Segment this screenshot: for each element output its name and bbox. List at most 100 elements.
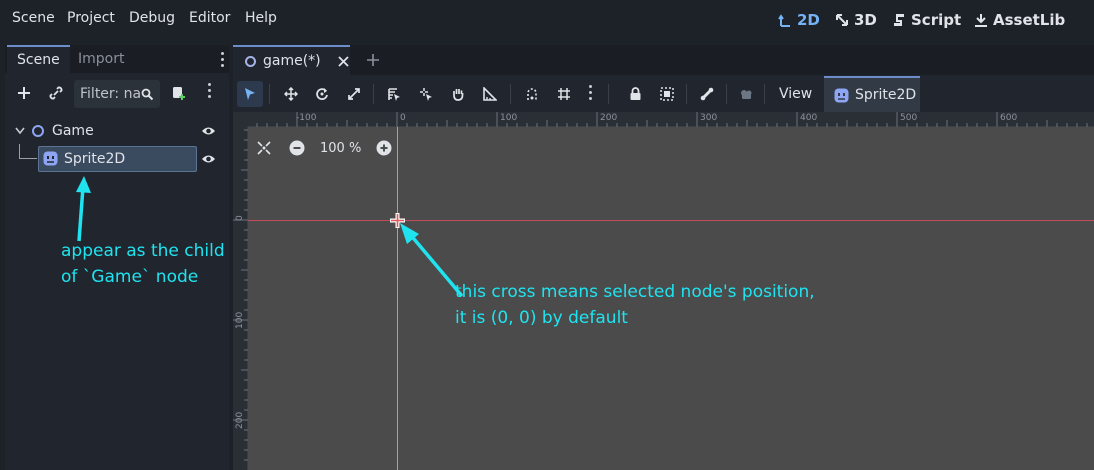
tab-scene[interactable]: Scene (7, 45, 70, 73)
scene-toolbar: Filter: na (5, 75, 229, 111)
visibility-eye-icon[interactable] (201, 153, 216, 165)
3d-icon (836, 14, 848, 26)
menu-editor[interactable]: Editor (189, 10, 230, 26)
scene-tree: Game Sprite2D (5, 117, 229, 470)
scene-menu-icon[interactable] (208, 83, 212, 105)
ruler-label: 300 (700, 113, 718, 123)
menu-scene[interactable]: Scene (12, 10, 55, 26)
main-editor: game(*) View Sprite2D -100 0 100 200 300… (233, 45, 1094, 470)
ruler-label: 400 (800, 113, 818, 123)
group-button[interactable] (654, 81, 680, 107)
ruler-label: -100 (296, 113, 317, 123)
script-icon (894, 14, 904, 26)
dock-tab-bar: Scene Import (5, 45, 229, 73)
toolbar-separator (726, 84, 727, 104)
zoom-controls: 100 % (257, 138, 392, 158)
filter-input[interactable]: Filter: na (74, 80, 160, 108)
scene-tab-label: game(*) (263, 53, 321, 69)
rotate-icon (316, 88, 328, 100)
select-mode-button[interactable] (237, 81, 263, 107)
ruler-horizontal: -100 0 100 200 300 400 500 600 (248, 112, 1094, 127)
zoom-in-icon[interactable] (376, 140, 392, 156)
menu-project[interactable]: Project (67, 10, 115, 26)
pivot-icon (420, 88, 432, 101)
2d-icon (778, 14, 790, 27)
magnet-icon (527, 88, 537, 100)
move-mode-button[interactable] (278, 81, 304, 107)
toolbar-separator (764, 84, 765, 104)
toolbar-separator (373, 84, 374, 104)
add-tab-icon[interactable] (366, 53, 380, 67)
ruler-label: 0 (235, 215, 245, 221)
workspace-2d-button[interactable]: 2D (778, 11, 820, 29)
grid-snap-button[interactable] (551, 81, 577, 107)
ruler-label: 0 (400, 113, 406, 123)
zoom-reset-icon[interactable] (257, 141, 271, 155)
child-annotation-line-1: appear as the child (61, 241, 225, 261)
child-annotation-line-2: of `Game` node (61, 267, 199, 287)
list-select-button[interactable] (381, 81, 407, 107)
tree-guide-horizontal (19, 158, 37, 159)
sprite2d-editor-tab[interactable]: Sprite2D (824, 76, 920, 112)
scale-mode-button[interactable] (341, 81, 367, 107)
instance-scene-icon[interactable] (168, 82, 190, 104)
workspace-2d-label: 2D (797, 11, 820, 29)
move-icon (284, 87, 298, 101)
link-icon[interactable] (45, 82, 67, 104)
add-node-icon[interactable] (13, 82, 35, 104)
visibility-eye-icon[interactable] (201, 125, 216, 137)
annotation-arrow-icon (76, 176, 91, 242)
zoom-out-icon[interactable] (289, 140, 305, 156)
cross-annotation: this cross means selected node's positio… (455, 279, 915, 331)
canvas-toolbar: View Sprite2D (233, 76, 1094, 112)
view-menu-button[interactable]: View (768, 81, 823, 107)
toolbar-separator (510, 84, 511, 104)
scene-tab-bar: game(*) (233, 45, 1094, 75)
menu-help[interactable]: Help (245, 10, 277, 26)
child-annotation: appear as the child of `Game` node (61, 238, 236, 290)
sprite2d-tab-label: Sprite2D (855, 87, 917, 103)
canvas-viewport[interactable]: -100 0 100 200 300 400 500 600 0 100 200… (233, 112, 1094, 470)
ruler-label: 100 (500, 113, 518, 123)
node-2d-icon (245, 55, 256, 67)
ruler-label: 100 (235, 311, 245, 329)
tree-label-sprite2d: Sprite2D (64, 151, 126, 167)
ruler-mode-button[interactable] (477, 81, 503, 107)
ruler-ticks-horizontal (256, 112, 1088, 127)
skeleton-button[interactable] (694, 81, 720, 107)
scale-icon (348, 88, 360, 100)
workspace-assetlib-button[interactable]: AssetLib (974, 11, 1065, 29)
chevron-down-icon[interactable] (15, 127, 25, 135)
group-icon (660, 87, 674, 101)
toolbar-separator (269, 84, 270, 104)
sprite-node-icon (834, 88, 849, 102)
lock-icon (630, 87, 640, 100)
list-select-icon (388, 88, 400, 101)
bone-icon (700, 87, 714, 101)
grid-icon (558, 88, 570, 100)
snap-options-icon[interactable] (589, 85, 593, 111)
tree-row-sprite2d[interactable]: Sprite2D (5, 144, 229, 172)
dock-menu-icon[interactable] (221, 52, 225, 70)
ruler-label: 500 (900, 113, 918, 123)
close-icon[interactable] (338, 55, 349, 67)
zoom-level[interactable]: 100 % (320, 141, 361, 156)
menu-debug[interactable]: Debug (129, 10, 175, 26)
workspace-script-button[interactable]: Script (892, 11, 961, 29)
workspace-script-label: Script (911, 11, 962, 29)
lock-button[interactable] (622, 81, 648, 107)
smart-snap-button[interactable] (519, 81, 545, 107)
tree-row-game[interactable]: Game (5, 118, 229, 144)
camera-override-button[interactable] (733, 81, 759, 107)
pivot-mode-button[interactable] (413, 81, 439, 107)
menu-bar: Scene Project Debug Editor Help 2D 3D Sc… (0, 0, 1094, 40)
ruler-icon (483, 87, 497, 101)
workspace-3d-button[interactable]: 3D (835, 11, 877, 29)
tree-guide-vertical (19, 144, 20, 158)
workspace-assetlib-label: AssetLib (993, 11, 1066, 29)
scene-tab-game[interactable]: game(*) (233, 45, 350, 75)
rotate-mode-button[interactable] (309, 81, 335, 107)
cross-annotation-line-2: it is (0, 0) by default (455, 308, 628, 328)
tab-import[interactable]: Import (68, 45, 134, 73)
pan-mode-button[interactable] (445, 81, 471, 107)
